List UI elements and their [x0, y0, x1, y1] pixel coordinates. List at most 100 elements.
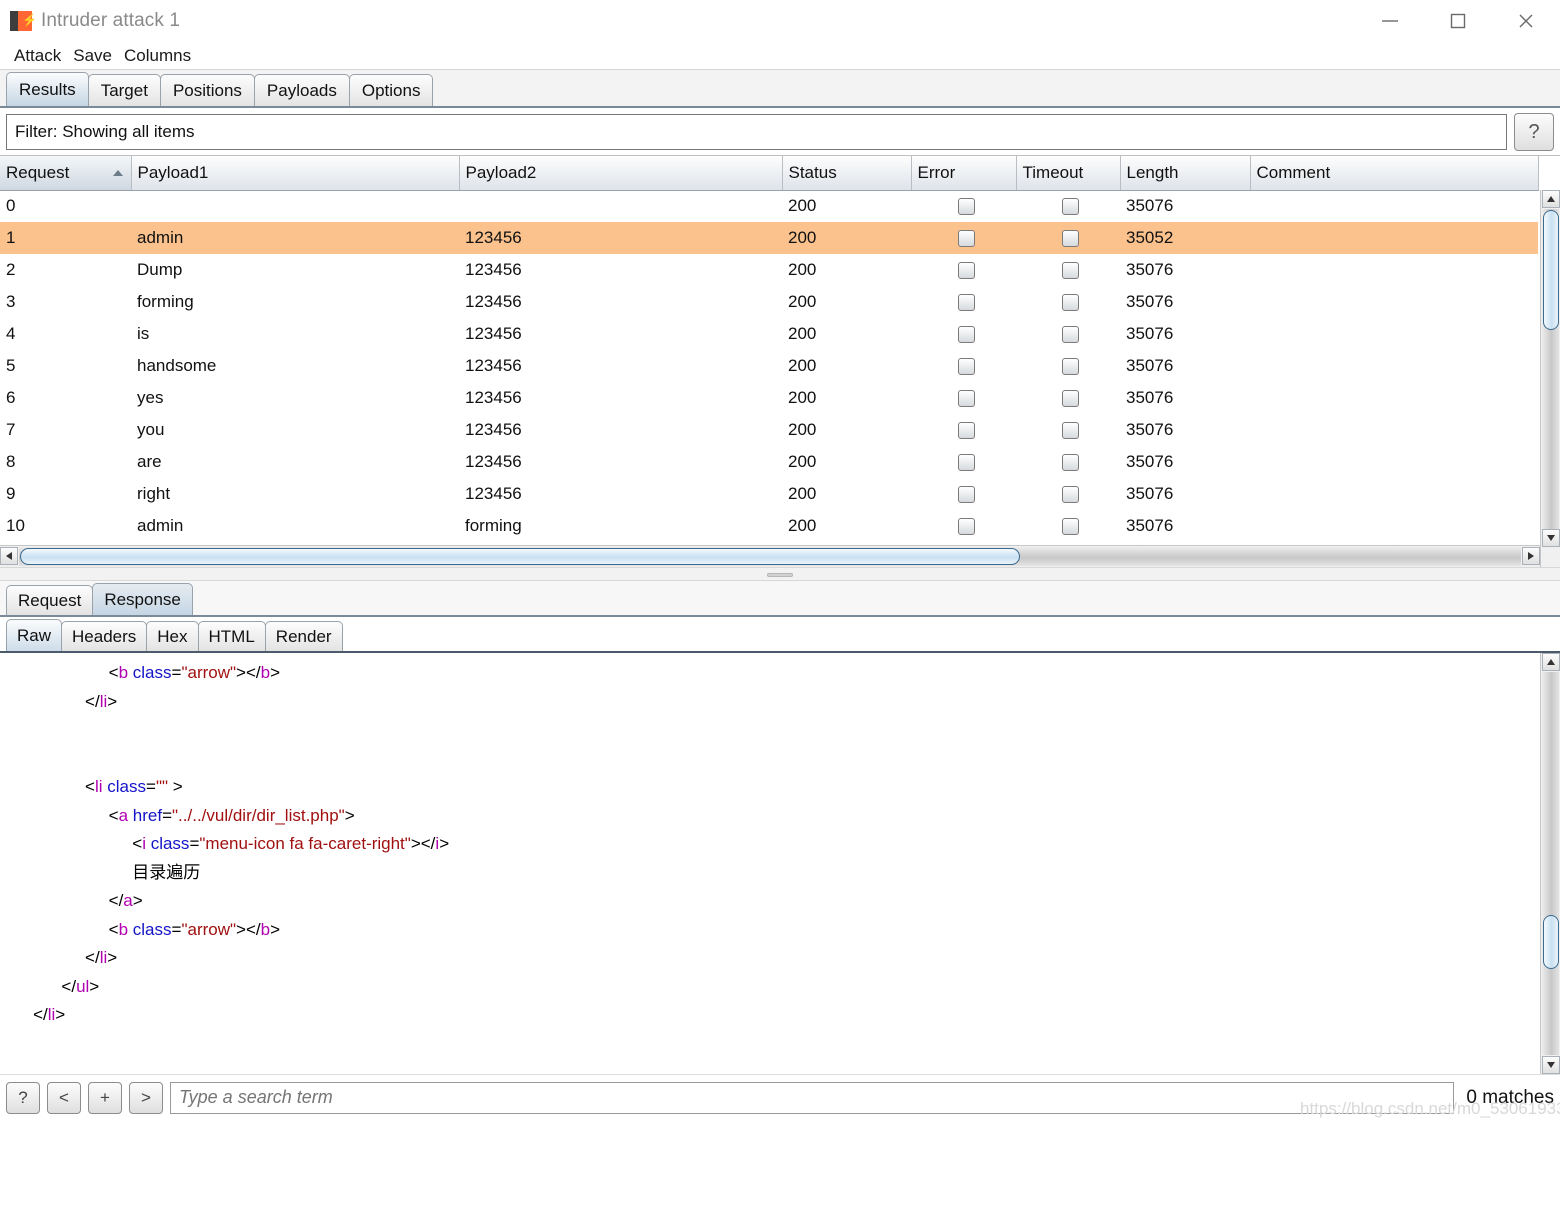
table-row[interactable]: 2 Dump 123456 200 35076 — [0, 254, 1538, 286]
table-row[interactable]: 1 admin 123456 200 35052 — [0, 222, 1538, 254]
table-row[interactable]: 0 200 35076 — [0, 190, 1538, 222]
checkbox-icon[interactable] — [957, 230, 975, 248]
cell-error-checkbox[interactable] — [911, 510, 1016, 542]
close-icon[interactable] — [1492, 0, 1560, 42]
cell-timeout-checkbox[interactable] — [1016, 382, 1120, 414]
cell-error-checkbox[interactable] — [911, 350, 1016, 382]
cell-error-checkbox[interactable] — [911, 190, 1016, 222]
tab-positions[interactable]: Positions — [159, 74, 255, 106]
tab-results[interactable]: Results — [6, 72, 89, 106]
cell-error-checkbox[interactable] — [911, 222, 1016, 254]
table-row[interactable]: 6 yes 123456 200 35076 — [0, 382, 1538, 414]
checkbox-icon[interactable] — [957, 358, 975, 376]
cell-error-checkbox[interactable] — [911, 446, 1016, 478]
tab-response[interactable]: Response — [92, 583, 193, 615]
search-next-icon[interactable]: > — [129, 1081, 163, 1114]
search-previous-icon[interactable]: < — [47, 1081, 81, 1114]
menu-save[interactable]: Save — [67, 46, 118, 66]
table-row[interactable]: 5 handsome 123456 200 35076 — [0, 350, 1538, 382]
checkbox-icon[interactable] — [957, 390, 975, 408]
checkbox-icon[interactable] — [957, 486, 975, 504]
maximize-icon[interactable] — [1424, 0, 1492, 42]
tab-hex[interactable]: Hex — [146, 621, 199, 651]
response-scroll-up-icon[interactable] — [1542, 653, 1560, 671]
checkbox-icon[interactable] — [1062, 262, 1079, 280]
checkbox-icon[interactable] — [957, 454, 975, 472]
checkbox-icon[interactable] — [1062, 454, 1079, 472]
checkbox-icon[interactable] — [957, 326, 975, 344]
cell-error-checkbox[interactable] — [911, 318, 1016, 350]
filter-bar[interactable]: Filter: Showing all items — [6, 114, 1507, 150]
table-row[interactable]: 9 right 123456 200 35076 — [0, 478, 1538, 510]
checkbox-icon[interactable] — [1062, 198, 1079, 216]
tab-request[interactable]: Request — [6, 585, 94, 615]
column-header-status[interactable]: Status — [782, 156, 912, 191]
response-vertical-scrollbar[interactable] — [1540, 653, 1560, 1074]
cell-timeout-checkbox[interactable] — [1016, 350, 1120, 382]
response-vscroll-thumb[interactable] — [1543, 915, 1559, 969]
hscroll-thumb[interactable] — [20, 548, 1020, 565]
table-row[interactable]: 7 you 123456 200 35076 — [0, 414, 1538, 446]
checkbox-icon[interactable] — [1062, 358, 1079, 376]
cell-error-checkbox[interactable] — [911, 286, 1016, 318]
checkbox-icon[interactable] — [1062, 294, 1079, 312]
splitter-grip[interactable] — [767, 573, 793, 577]
search-input[interactable] — [170, 1081, 1455, 1114]
cell-timeout-checkbox[interactable] — [1016, 510, 1120, 542]
tab-html[interactable]: HTML — [197, 621, 266, 651]
column-header-request[interactable]: Request — [0, 156, 132, 191]
menu-columns[interactable]: Columns — [118, 46, 197, 66]
panel-splitter[interactable] — [0, 567, 1560, 581]
cell-timeout-checkbox[interactable] — [1016, 222, 1120, 254]
menu-attack[interactable]: Attack — [8, 46, 67, 66]
cell-error-checkbox[interactable] — [911, 414, 1016, 446]
cell-timeout-checkbox[interactable] — [1016, 254, 1120, 286]
column-header-length[interactable]: Length — [1120, 156, 1251, 191]
vscroll-thumb[interactable] — [1543, 210, 1559, 330]
cell-timeout-checkbox[interactable] — [1016, 318, 1120, 350]
checkbox-icon[interactable] — [957, 198, 975, 216]
checkbox-icon[interactable] — [1062, 326, 1079, 344]
column-header-payload1[interactable]: Payload1 — [131, 156, 460, 191]
tab-payloads[interactable]: Payloads — [253, 74, 350, 106]
column-header-error[interactable]: Error — [911, 156, 1017, 191]
checkbox-icon[interactable] — [1062, 390, 1079, 408]
cell-timeout-checkbox[interactable] — [1016, 478, 1120, 510]
cell-error-checkbox[interactable] — [911, 478, 1016, 510]
column-header-timeout[interactable]: Timeout — [1016, 156, 1121, 191]
response-vscroll-track[interactable] — [1542, 672, 1559, 1055]
search-help-icon[interactable]: ? — [6, 1081, 40, 1114]
results-vertical-scrollbar[interactable] — [1540, 190, 1560, 567]
results-horizontal-scrollbar[interactable] — [0, 545, 1540, 567]
cell-timeout-checkbox[interactable] — [1016, 286, 1120, 318]
scroll-up-icon[interactable] — [1542, 190, 1560, 208]
column-header-payload2[interactable]: Payload2 — [459, 156, 783, 191]
scroll-right-icon[interactable] — [1522, 547, 1540, 565]
column-header-comment[interactable]: Comment — [1250, 156, 1539, 191]
tab-options[interactable]: Options — [348, 74, 434, 106]
response-body-text[interactable]: <b class="arrow"></b> </li> <li class=""… — [0, 653, 1560, 1074]
cell-error-checkbox[interactable] — [911, 254, 1016, 286]
scroll-left-icon[interactable] — [0, 547, 18, 565]
help-icon[interactable]: ? — [1514, 113, 1554, 151]
checkbox-icon[interactable] — [957, 294, 975, 312]
tab-target[interactable]: Target — [87, 74, 161, 106]
checkbox-icon[interactable] — [1062, 230, 1079, 248]
cell-timeout-checkbox[interactable] — [1016, 190, 1120, 222]
tab-headers[interactable]: Headers — [61, 621, 148, 651]
minimize-icon[interactable] — [1356, 0, 1424, 42]
table-row[interactable]: 3 forming 123456 200 35076 — [0, 286, 1538, 318]
tab-raw[interactable]: Raw — [6, 619, 63, 651]
cell-timeout-checkbox[interactable] — [1016, 446, 1120, 478]
table-row[interactable]: 10 admin forming 200 35076 — [0, 510, 1538, 542]
scroll-down-icon[interactable] — [1542, 529, 1560, 547]
checkbox-icon[interactable] — [1062, 518, 1079, 536]
response-scroll-down-icon[interactable] — [1542, 1056, 1560, 1074]
checkbox-icon[interactable] — [1062, 486, 1079, 504]
tab-render[interactable]: Render — [264, 621, 343, 651]
cell-timeout-checkbox[interactable] — [1016, 414, 1120, 446]
table-row[interactable]: 4 is 123456 200 35076 — [0, 318, 1538, 350]
checkbox-icon[interactable] — [1062, 422, 1079, 440]
checkbox-icon[interactable] — [957, 262, 975, 280]
checkbox-icon[interactable] — [957, 422, 975, 440]
